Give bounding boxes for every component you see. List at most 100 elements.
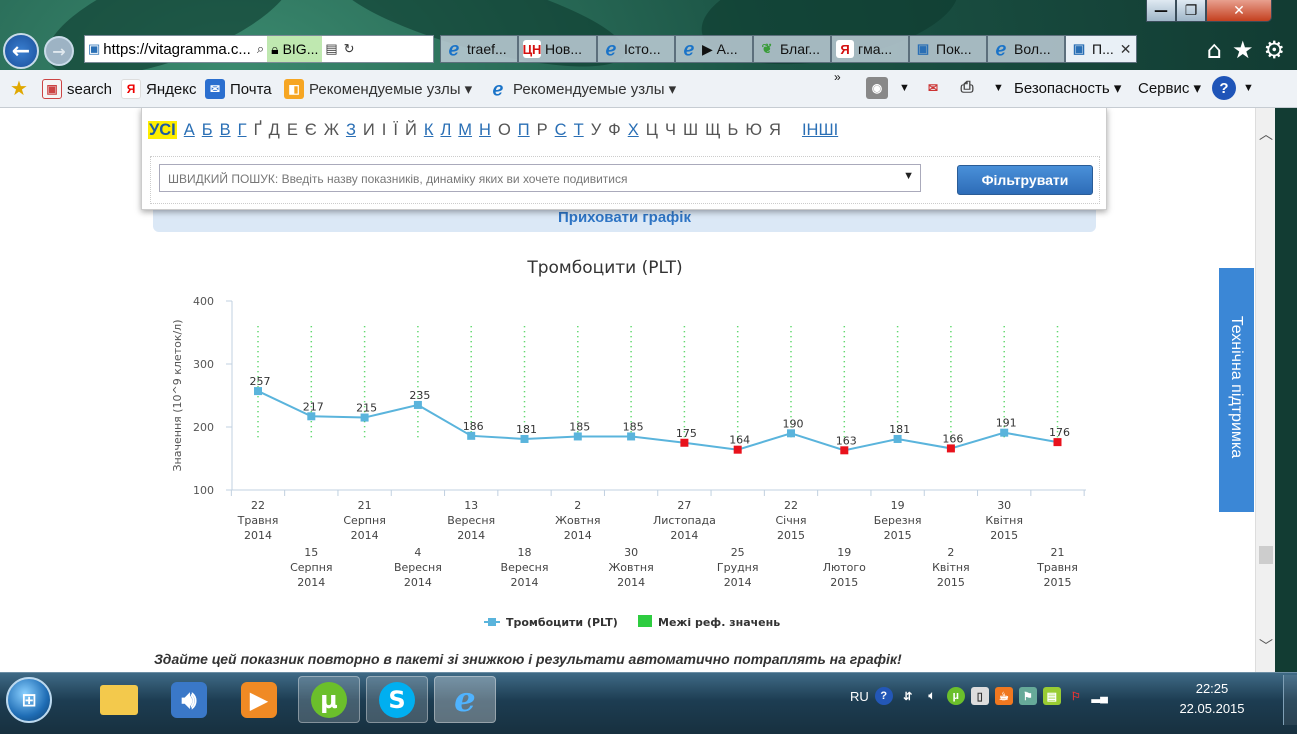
tab-label: ▶ А... xyxy=(702,40,738,57)
browser-tab[interactable]: ▣ Пок... xyxy=(909,35,987,63)
network-share-icon[interactable]: ⚑ xyxy=(1018,687,1037,705)
browser-tab[interactable]: ℯ traef... xyxy=(440,35,518,63)
page-scrollbar[interactable]: ︿ ﹀ xyxy=(1255,108,1275,672)
minimize-button[interactable]: — xyxy=(1146,0,1176,22)
browser-tab[interactable]: Ягма... xyxy=(831,35,909,63)
data-label: 185 xyxy=(623,420,644,433)
tech-support-tab[interactable]: Технічна підтримка xyxy=(1219,268,1254,512)
x-tick-label: 2014 xyxy=(670,529,698,542)
data-point-marker xyxy=(627,432,636,441)
fav-item-mail[interactable]: ✉ Почта xyxy=(205,79,272,99)
letter-filter[interactable]: В xyxy=(220,121,231,139)
favorites-center-icon[interactable]: ★ xyxy=(10,76,28,101)
x-tick-label: 27 xyxy=(677,499,691,512)
rss-feed-button[interactable]: ◉ ▼ xyxy=(866,77,910,99)
fav-item-suggested-1[interactable]: ◧ Рекомендуемые узлы ▾ xyxy=(284,79,472,99)
forward-button[interactable]: → xyxy=(44,36,74,66)
data-label: 164 xyxy=(729,434,750,447)
letter-filter[interactable]: С xyxy=(555,121,567,139)
letter-filter: Є xyxy=(304,121,317,139)
compatibility-icon[interactable]: ▤ xyxy=(325,41,337,57)
scroll-up-icon[interactable]: ︿ xyxy=(1258,124,1274,144)
language-help-icon[interactable]: ? xyxy=(874,687,893,705)
site-favicon-icon: ▣ xyxy=(88,41,101,56)
skype-icon: S xyxy=(379,681,415,718)
browser-tab[interactable]: ▣ П... ✕ xyxy=(1065,35,1137,63)
favorites-star-icon[interactable]: ★ xyxy=(1232,36,1254,64)
show-desktop-button[interactable] xyxy=(1283,675,1297,725)
letter-filter-other[interactable]: ІНШІ xyxy=(802,121,838,139)
browser-tab[interactable]: ℯ Вол... xyxy=(987,35,1065,63)
scroll-down-icon[interactable]: ﹀ xyxy=(1258,636,1274,656)
java-icon[interactable]: ☕︎ xyxy=(994,687,1013,705)
letter-filter[interactable]: Н xyxy=(479,121,491,139)
letter-filter[interactable]: Г xyxy=(238,121,247,139)
settings-gear-icon[interactable]: ⚙ xyxy=(1263,36,1285,64)
mail-icon: ✉ xyxy=(205,79,225,99)
action-center-icon[interactable]: ⚐ xyxy=(1067,687,1085,705)
back-button[interactable]: ← xyxy=(3,33,39,69)
fav-item-search[interactable]: ▣ search xyxy=(42,79,112,99)
system-tray: RU ? ⇵ 🔈︎ µ ▯ ☕︎ ⚑ ▤ ⚐ ▂▄ xyxy=(850,687,1109,705)
close-window-button[interactable]: ✕ xyxy=(1206,0,1272,22)
x-tick-label: 25 xyxy=(731,546,745,559)
letter-filter[interactable]: К xyxy=(424,121,434,139)
letter-filter[interactable]: Б xyxy=(202,121,213,139)
taskbar-volume-app[interactable]: 🔊︎ xyxy=(158,676,220,723)
letter-filter[interactable]: А xyxy=(184,121,195,139)
safely-remove-icon[interactable]: ▯ xyxy=(970,687,989,705)
fav-item-yandex[interactable]: Я Яндекс xyxy=(121,79,196,99)
taskbar-skype[interactable]: S xyxy=(366,676,428,723)
home-icon[interactable]: ⌂ xyxy=(1207,36,1222,64)
browser-tab[interactable]: ℯ Істо... xyxy=(597,35,675,63)
maximize-button[interactable]: ❐ xyxy=(1176,0,1206,22)
tray-arrow-icon[interactable]: ⇵ xyxy=(899,687,917,705)
letter-filter[interactable]: З xyxy=(346,121,356,139)
taskbar-explorer[interactable] xyxy=(88,676,150,723)
safety-menu[interactable]: Безопасность ▾ xyxy=(1014,79,1121,97)
letter-filter: Ч xyxy=(664,121,676,139)
browser-tab[interactable]: ❦ Благ... xyxy=(753,35,831,63)
x-tick-label: Серпня xyxy=(290,561,332,574)
filter-button[interactable]: Фільтрувати xyxy=(957,165,1093,195)
letter-filter[interactable]: Л xyxy=(440,121,451,139)
ssl-badge[interactable]: 🔒︎ BIG... xyxy=(267,36,323,62)
x-tick-label: Січня xyxy=(775,514,806,527)
read-mail-button[interactable]: ✉ xyxy=(922,77,949,99)
taskbar-internet-explorer[interactable]: ℯ xyxy=(434,676,496,723)
start-button[interactable]: ⊞ xyxy=(6,677,52,723)
quick-search-input[interactable]: ШВИДКИЙ ПОШУК: Введіть назву показників,… xyxy=(159,164,921,192)
system-clock[interactable]: 22:25 22.05.2015 xyxy=(1172,679,1252,719)
dropdown-arrow-icon[interactable]: ▼ xyxy=(903,170,914,182)
fav-label: Яндекс xyxy=(146,80,197,98)
fav-item-suggested-2[interactable]: ℯ Рекомендуемые узлы ▾ xyxy=(488,79,677,99)
close-tab-icon[interactable]: ✕ xyxy=(1120,41,1132,58)
browser-tab[interactable]: ЦН Нов... xyxy=(518,35,597,63)
x-tick-label: 2014 xyxy=(564,529,592,542)
help-button[interactable]: ? ▼ xyxy=(1212,76,1254,100)
taskbar-utorrent[interactable]: µ xyxy=(298,676,360,723)
tech-support-label: Технічна підтримка xyxy=(1228,315,1245,459)
utorrent-tray-icon[interactable]: µ xyxy=(946,687,965,705)
browser-tab[interactable]: ℯ ▶ А... xyxy=(675,35,753,63)
address-bar[interactable]: ▣ https://vitagramma.c... ⌕ 🔒︎ BIG... ▤ … xyxy=(84,35,434,63)
x-tick-label: Травня xyxy=(1036,561,1078,574)
language-indicator[interactable]: RU xyxy=(850,689,869,704)
scroll-thumb[interactable] xyxy=(1259,546,1273,564)
signal-icon[interactable]: ▂▄ xyxy=(1091,687,1109,705)
letter-filter[interactable]: Т xyxy=(574,121,584,139)
x-tick-label: 30 xyxy=(624,546,638,559)
letter-filter[interactable]: Х xyxy=(628,121,639,139)
favorites-overflow-chevron[interactable]: » xyxy=(834,70,841,84)
refresh-icon[interactable]: ↻ xyxy=(344,41,355,57)
notes-icon[interactable]: ▤ xyxy=(1042,687,1061,705)
search-icon[interactable]: ⌕ xyxy=(257,41,264,57)
help-icon: ? xyxy=(1212,76,1236,100)
letter-filter[interactable]: П xyxy=(518,121,530,139)
letter-filter[interactable]: М xyxy=(458,121,472,139)
taskbar-media-player[interactable]: ▶ xyxy=(228,676,290,723)
tools-menu[interactable]: Сервис ▾ xyxy=(1138,79,1201,97)
print-button[interactable]: ⎙ ▼ xyxy=(956,77,1004,99)
volume-icon[interactable]: 🔈︎ xyxy=(923,687,941,705)
letter-filter-all[interactable]: УСІ xyxy=(148,121,177,139)
